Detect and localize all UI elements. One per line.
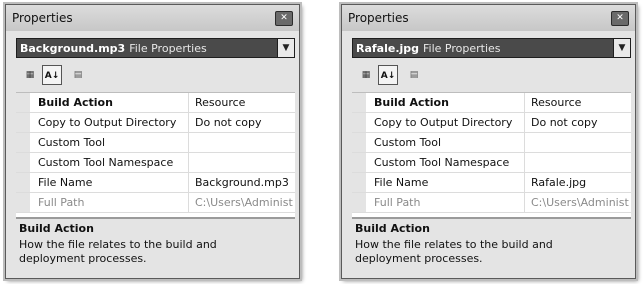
property-row-full-path[interactable]: Full Path C:\Users\Administ	[352, 193, 631, 213]
sort-alphabetical-icon[interactable]: A↓	[42, 65, 62, 85]
property-value[interactable]: C:\Users\Administ	[188, 193, 295, 212]
object-selector[interactable]: Background.mp3 File Properties ▼	[16, 38, 295, 58]
chevron-down-icon[interactable]: ▼	[613, 39, 630, 57]
property-name: Full Path	[38, 196, 85, 209]
property-row-full-path[interactable]: Full Path C:\Users\Administ	[16, 193, 295, 213]
property-name: Copy to Output Directory	[38, 116, 177, 129]
property-value[interactable]	[524, 133, 631, 152]
property-name: Copy to Output Directory	[374, 116, 513, 129]
property-value[interactable]: Background.mp3	[188, 173, 295, 192]
property-grid: Build Action Resource Copy to Output Dir…	[16, 92, 295, 217]
property-value[interactable]: Resource	[188, 93, 295, 112]
property-row-copy-to-output[interactable]: Copy to Output Directory Do not copy	[352, 113, 631, 133]
property-value[interactable]: C:\Users\Administ	[524, 193, 631, 212]
property-value[interactable]	[524, 153, 631, 172]
description-pane: Build Action How the file relates to the…	[352, 217, 631, 277]
chevron-down-icon[interactable]: ▼	[277, 39, 294, 57]
properties-toolbar: ▦ A↓ ▤	[20, 65, 140, 87]
selected-object-type: File Properties	[423, 42, 501, 55]
description-text: How the file relates to the build and de…	[19, 238, 217, 265]
property-value[interactable]: Rafale.jpg	[524, 173, 631, 192]
properties-panel: Properties ✕ Background.mp3 File Properti…	[5, 4, 300, 279]
property-name: Build Action	[38, 96, 113, 109]
property-value[interactable]	[188, 153, 295, 172]
property-row-custom-tool[interactable]: Custom Tool	[352, 133, 631, 153]
property-name: File Name	[38, 176, 93, 189]
property-row-build-action[interactable]: Build Action Resource	[16, 93, 295, 113]
property-value[interactable]: Do not copy	[188, 113, 295, 132]
property-value[interactable]: Resource	[524, 93, 631, 112]
panel-title: Properties	[12, 11, 73, 25]
property-name: Full Path	[374, 196, 421, 209]
property-row-file-name[interactable]: File Name Background.mp3	[16, 173, 295, 193]
property-name: Build Action	[374, 96, 449, 109]
property-name: Custom Tool Namespace	[38, 156, 174, 169]
property-grid: Build Action Resource Copy to Output Dir…	[352, 92, 631, 217]
property-row-build-action[interactable]: Build Action Resource	[352, 93, 631, 113]
description-title: Build Action	[355, 222, 430, 235]
description-title: Build Action	[19, 222, 94, 235]
selected-object-name: Background.mp3 File Properties	[20, 42, 207, 55]
property-pages-icon[interactable]: ▤	[68, 65, 88, 85]
close-icon[interactable]: ✕	[275, 11, 293, 26]
panel-titlebar: Properties ✕	[6, 5, 299, 31]
panel-title: Properties	[348, 11, 409, 25]
property-value[interactable]	[188, 133, 295, 152]
selected-object-name: Rafale.jpg File Properties	[356, 42, 501, 55]
property-row-copy-to-output[interactable]: Copy to Output Directory Do not copy	[16, 113, 295, 133]
selected-object-type: File Properties	[129, 42, 207, 55]
property-name: File Name	[374, 176, 429, 189]
property-row-custom-tool-namespace[interactable]: Custom Tool Namespace	[352, 153, 631, 173]
property-row-custom-tool[interactable]: Custom Tool	[16, 133, 295, 153]
property-name: Custom Tool	[374, 136, 442, 149]
properties-panel: Properties ✕ Rafale.jpg File Properties ▼…	[341, 4, 636, 279]
property-name: Custom Tool Namespace	[374, 156, 510, 169]
sort-alphabetical-icon[interactable]: A↓	[378, 65, 398, 85]
categorized-icon[interactable]: ▦	[20, 65, 40, 85]
close-icon[interactable]: ✕	[611, 11, 629, 26]
property-value[interactable]: Do not copy	[524, 113, 631, 132]
categorized-icon[interactable]: ▦	[356, 65, 376, 85]
property-pages-icon[interactable]: ▤	[404, 65, 424, 85]
description-text: How the file relates to the build and de…	[355, 238, 553, 265]
object-selector[interactable]: Rafale.jpg File Properties ▼	[352, 38, 631, 58]
panel-titlebar: Properties ✕	[342, 5, 635, 31]
property-row-file-name[interactable]: File Name Rafale.jpg	[352, 173, 631, 193]
properties-toolbar: ▦ A↓ ▤	[356, 65, 476, 87]
property-row-custom-tool-namespace[interactable]: Custom Tool Namespace	[16, 153, 295, 173]
property-name: Custom Tool	[38, 136, 106, 149]
description-pane: Build Action How the file relates to the…	[16, 217, 295, 277]
